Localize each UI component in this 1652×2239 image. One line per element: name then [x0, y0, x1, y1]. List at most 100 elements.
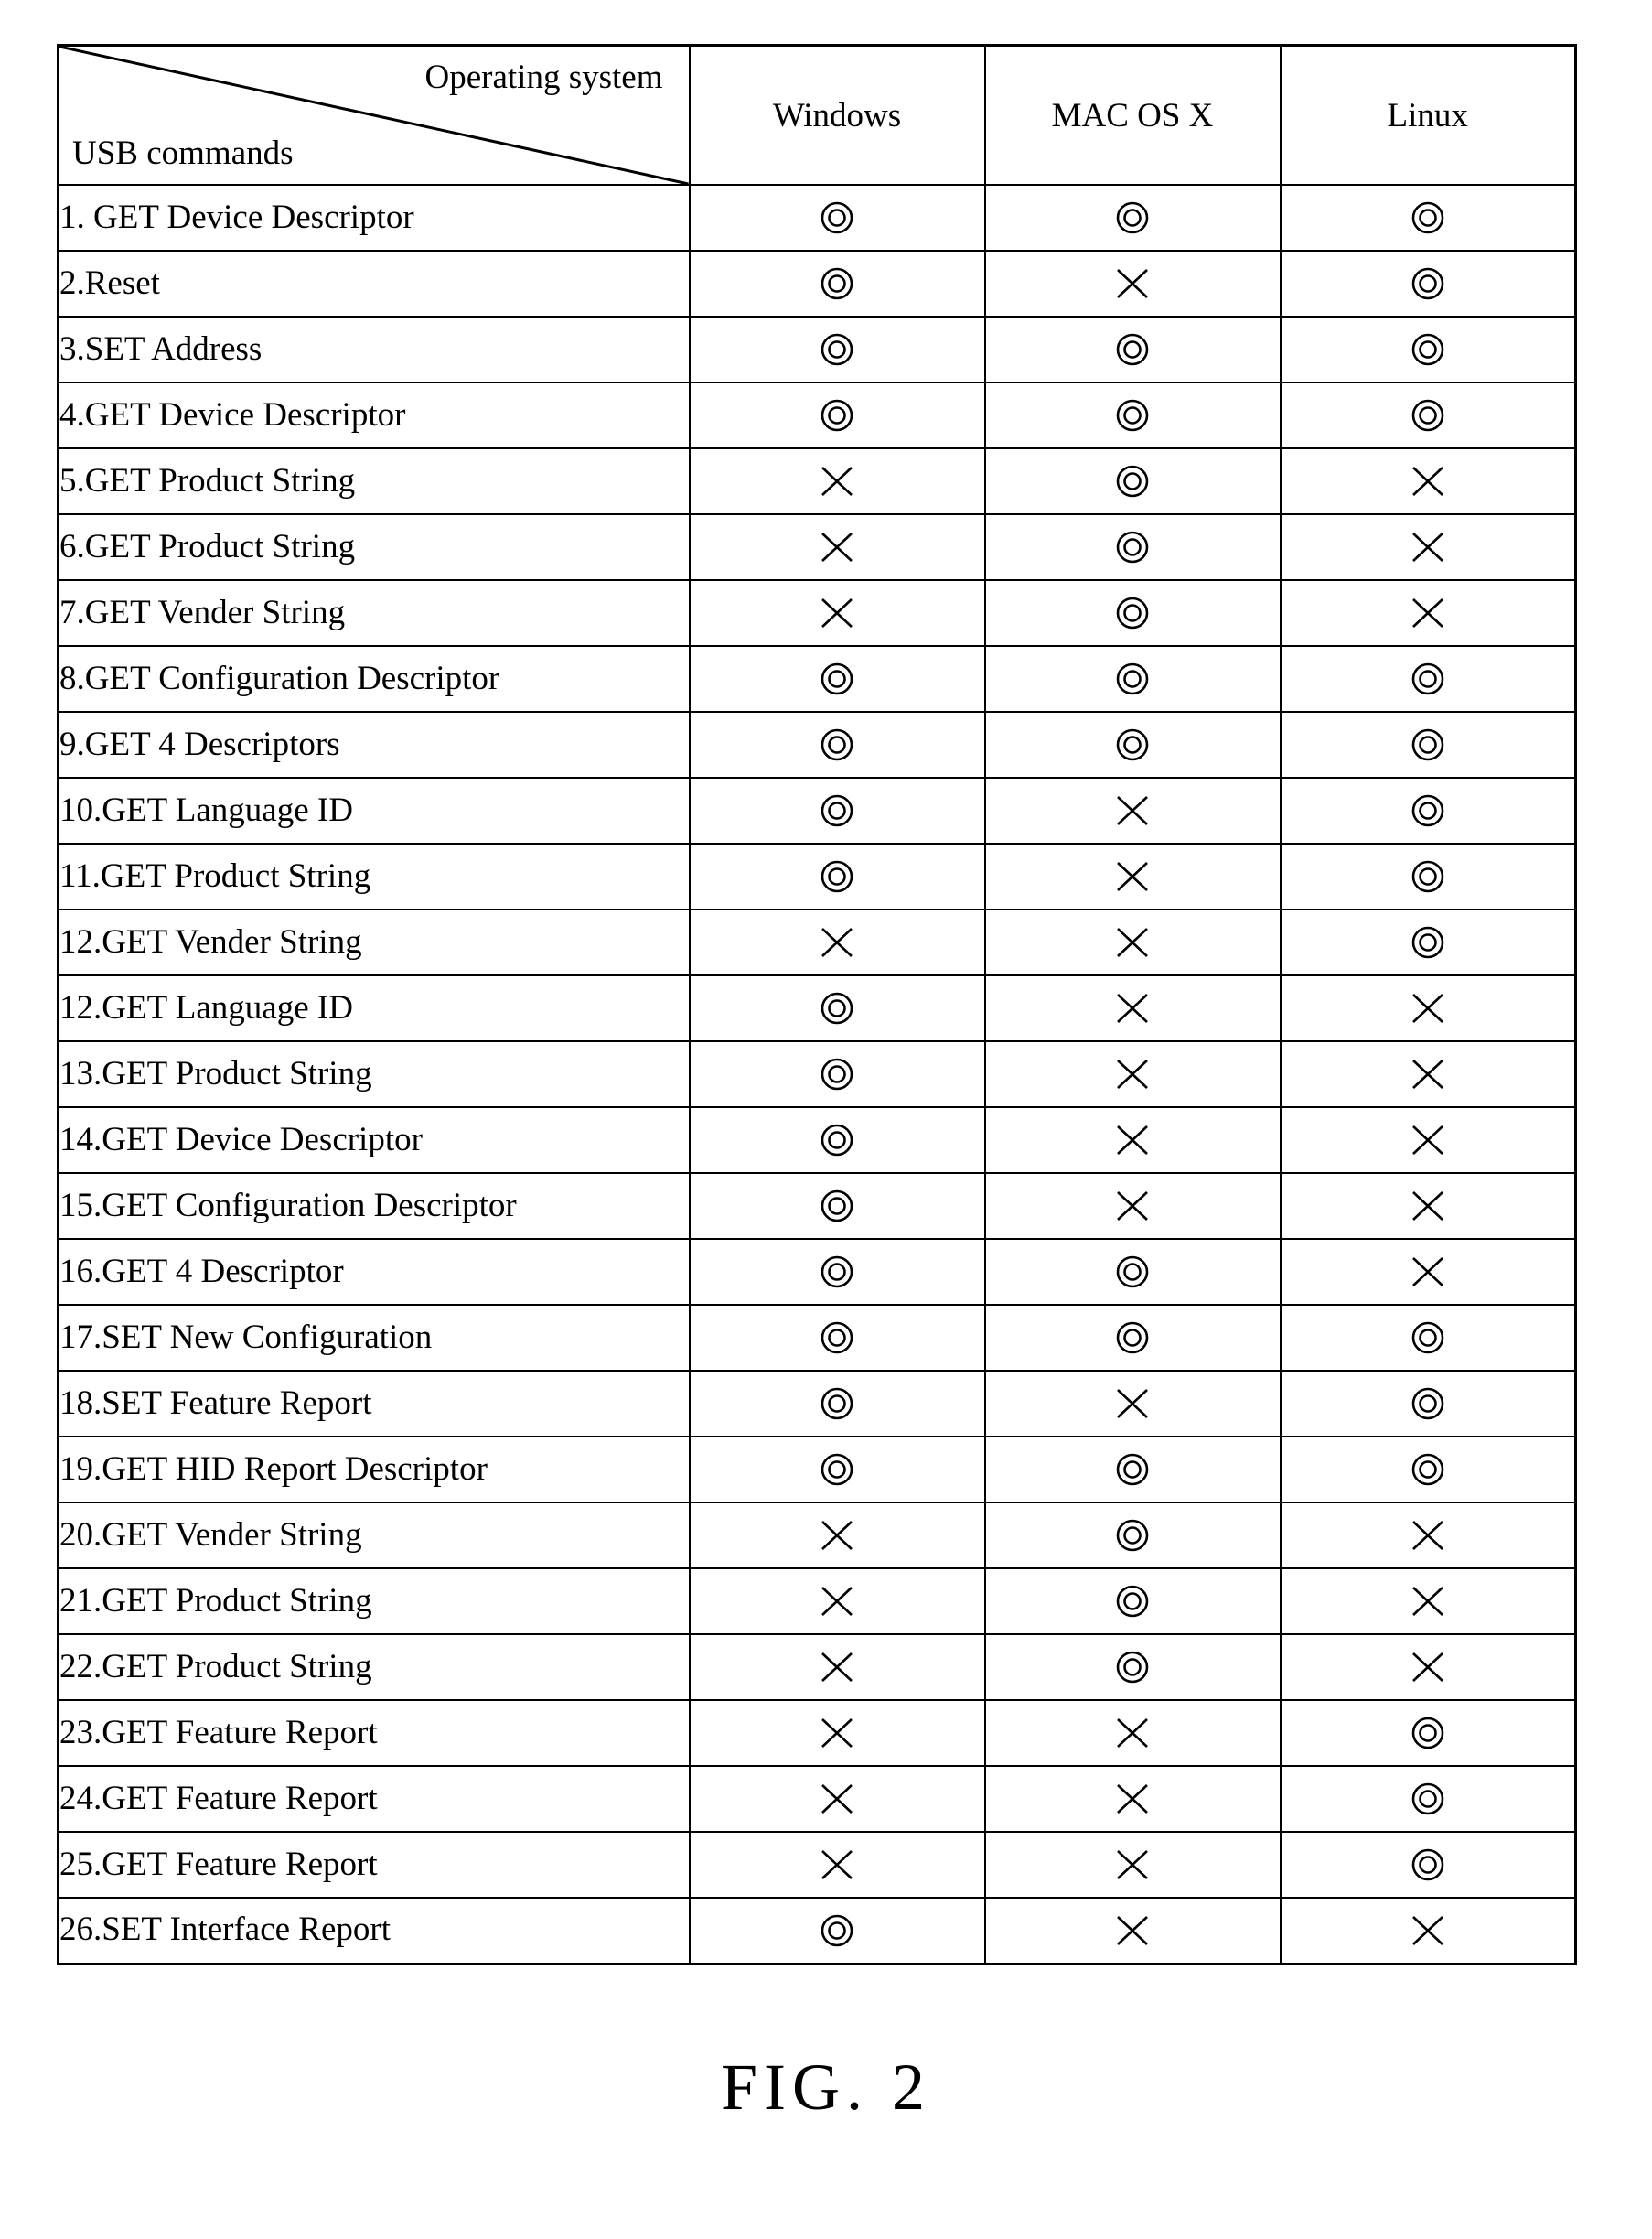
os-usb-compatibility-table: Operating system USB commands Windows MA…	[57, 44, 1577, 1965]
support-cell-linux	[1279, 382, 1577, 449]
usb-command-label: 25.GET Feature Report	[57, 1831, 691, 1899]
support-cell-mac-os-x	[983, 1370, 1282, 1437]
double-circle-supported	[817, 988, 857, 1028]
double-circle-supported	[1408, 1779, 1448, 1819]
double-circle-supported	[817, 1318, 857, 1358]
cross-unsupported	[1112, 1186, 1153, 1226]
double-circle-supported	[1112, 1515, 1153, 1555]
cross-unsupported	[1112, 856, 1153, 897]
header-row: Operating system USB commands Windows MA…	[57, 44, 1577, 186]
usb-command-label: 4.GET Device Descriptor	[57, 382, 691, 449]
cross-unsupported	[817, 1647, 857, 1687]
double-circle-supported	[1112, 1581, 1153, 1621]
support-cell-linux	[1279, 1765, 1577, 1833]
table-row: 16.GET 4 Descriptor	[57, 1238, 1577, 1306]
column-axis-label: Operating system	[424, 59, 663, 96]
table-row: 15.GET Configuration Descriptor	[57, 1172, 1577, 1240]
usb-command-label: 19.GET HID Report Descriptor	[57, 1436, 691, 1503]
column-header-linux: Linux	[1279, 44, 1577, 186]
support-cell-windows	[688, 1699, 986, 1767]
double-circle-supported	[817, 856, 857, 897]
figure-caption: FIG. 2	[720, 2051, 931, 2124]
support-cell-mac-os-x	[983, 1699, 1282, 1767]
support-cell-linux	[1279, 1502, 1577, 1569]
support-cell-windows	[688, 1238, 986, 1306]
support-cell-mac-os-x	[983, 909, 1282, 976]
support-cell-windows	[688, 1106, 986, 1174]
support-cell-linux	[1279, 1831, 1577, 1899]
double-circle-supported	[1112, 329, 1153, 370]
table-row: 17.SET New Configuration	[57, 1304, 1577, 1372]
support-cell-mac-os-x	[983, 1502, 1282, 1569]
double-circle-supported	[817, 725, 857, 765]
support-cell-linux	[1279, 1633, 1577, 1701]
support-cell-mac-os-x	[983, 645, 1282, 713]
double-circle-supported	[817, 264, 857, 304]
usb-command-label: 20.GET Vender String	[57, 1502, 691, 1569]
usb-command-label: 5.GET Product String	[57, 447, 691, 515]
support-cell-windows	[688, 250, 986, 318]
support-cell-mac-os-x	[983, 1633, 1282, 1701]
support-cell-windows	[688, 579, 986, 647]
double-circle-supported	[1408, 1449, 1448, 1490]
patent-figure-sheet: Operating system USB commands Windows MA…	[0, 0, 1652, 2239]
support-cell-linux	[1279, 1699, 1577, 1767]
support-cell-windows	[688, 1040, 986, 1108]
cross-unsupported	[1408, 593, 1448, 633]
usb-command-label: 13.GET Product String	[57, 1040, 691, 1108]
table-row: 6.GET Product String	[57, 513, 1577, 581]
table-row: 5.GET Product String	[57, 447, 1577, 515]
double-circle-supported	[817, 1054, 857, 1094]
double-circle-supported	[817, 329, 857, 370]
support-cell-windows	[688, 447, 986, 515]
cross-unsupported	[1408, 1120, 1448, 1160]
double-circle-supported	[817, 1449, 857, 1490]
cross-unsupported	[1408, 1515, 1448, 1555]
support-cell-linux	[1279, 184, 1577, 252]
cross-unsupported	[817, 527, 857, 567]
usb-command-label: 26.SET Interface Report	[57, 1897, 691, 1965]
cross-unsupported	[1408, 1581, 1448, 1621]
cross-unsupported	[1112, 1054, 1153, 1094]
cross-unsupported	[1112, 1911, 1153, 1951]
support-cell-windows	[688, 1502, 986, 1569]
usb-command-label: 3.SET Address	[57, 316, 691, 383]
support-cell-mac-os-x	[983, 1106, 1282, 1174]
double-circle-supported	[817, 1186, 857, 1226]
support-cell-linux	[1279, 1172, 1577, 1240]
column-header-windows: Windows	[688, 44, 986, 186]
support-cell-mac-os-x	[983, 1040, 1282, 1108]
support-cell-windows	[688, 1831, 986, 1899]
support-cell-windows	[688, 1567, 986, 1635]
table-row: 4.GET Device Descriptor	[57, 382, 1577, 449]
support-cell-linux	[1279, 777, 1577, 845]
cross-unsupported	[1408, 1186, 1448, 1226]
cross-unsupported	[817, 461, 857, 501]
cross-unsupported	[817, 1713, 857, 1753]
table-row: 25.GET Feature Report	[57, 1831, 1577, 1899]
table-row: 3.SET Address	[57, 316, 1577, 383]
support-cell-mac-os-x	[983, 1831, 1282, 1899]
support-cell-mac-os-x	[983, 579, 1282, 647]
support-cell-linux	[1279, 1304, 1577, 1372]
support-cell-linux	[1279, 645, 1577, 713]
support-cell-mac-os-x	[983, 513, 1282, 581]
usb-command-label: 14.GET Device Descriptor	[57, 1106, 691, 1174]
cross-unsupported	[817, 1515, 857, 1555]
usb-command-label: 8.GET Configuration Descriptor	[57, 645, 691, 713]
support-cell-linux	[1279, 909, 1577, 976]
table-row: 24.GET Feature Report	[57, 1765, 1577, 1833]
support-cell-mac-os-x	[983, 1436, 1282, 1503]
table-row: 20.GET Vender String	[57, 1502, 1577, 1569]
cross-unsupported	[1112, 1845, 1153, 1885]
double-circle-supported	[1408, 791, 1448, 831]
row-axis-label: USB commands	[72, 135, 294, 173]
usb-command-label: 7.GET Vender String	[57, 579, 691, 647]
support-cell-mac-os-x	[983, 316, 1282, 383]
support-cell-mac-os-x	[983, 1897, 1282, 1965]
support-cell-linux	[1279, 579, 1577, 647]
cross-unsupported	[1408, 461, 1448, 501]
usb-command-label: 11.GET Product String	[57, 843, 691, 910]
double-circle-supported	[1112, 725, 1153, 765]
support-cell-windows	[688, 1304, 986, 1372]
